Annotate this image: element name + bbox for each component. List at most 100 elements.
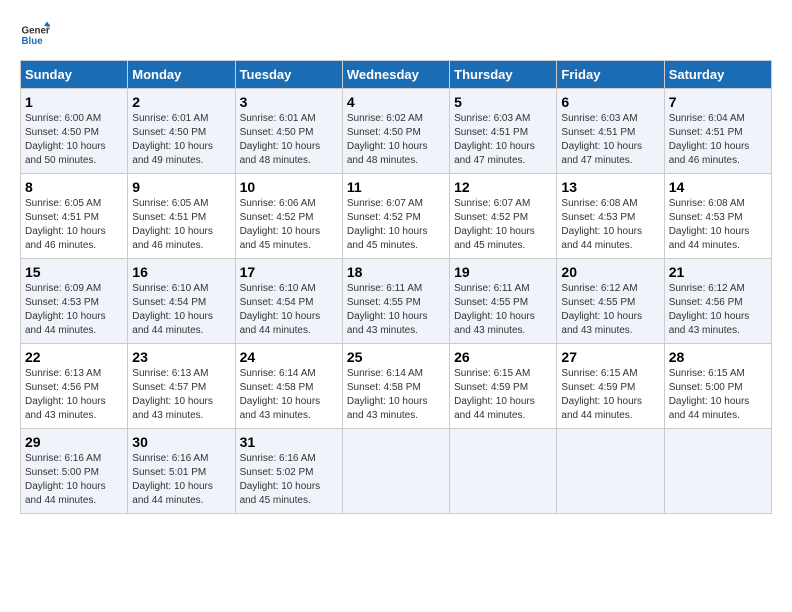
logo-icon: General Blue <box>20 20 50 50</box>
day-number: 4 <box>347 94 445 110</box>
calendar-cell: 22 Sunrise: 6:13 AM Sunset: 4:56 PM Dayl… <box>21 344 128 429</box>
day-info: Sunrise: 6:05 AM Sunset: 4:51 PM Dayligh… <box>25 197 123 253</box>
empty-cell <box>664 429 771 514</box>
header-row: Sunday Monday Tuesday Wednesday Thursday… <box>21 61 772 89</box>
day-number: 28 <box>669 349 767 365</box>
calendar-cell: 6 Sunrise: 6:03 AM Sunset: 4:51 PM Dayli… <box>557 89 664 174</box>
col-tuesday: Tuesday <box>235 61 342 89</box>
calendar-cell: 24 Sunrise: 6:14 AM Sunset: 4:58 PM Dayl… <box>235 344 342 429</box>
calendar-cell: 7 Sunrise: 6:04 AM Sunset: 4:51 PM Dayli… <box>664 89 771 174</box>
day-number: 3 <box>240 94 338 110</box>
day-info: Sunrise: 6:03 AM Sunset: 4:51 PM Dayligh… <box>561 112 659 168</box>
calendar-cell: 29 Sunrise: 6:16 AM Sunset: 5:00 PM Dayl… <box>21 429 128 514</box>
day-number: 18 <box>347 264 445 280</box>
calendar-cell: 31 Sunrise: 6:16 AM Sunset: 5:02 PM Dayl… <box>235 429 342 514</box>
day-info: Sunrise: 6:12 AM Sunset: 4:55 PM Dayligh… <box>561 282 659 338</box>
day-info: Sunrise: 6:07 AM Sunset: 4:52 PM Dayligh… <box>454 197 552 253</box>
empty-cell <box>450 429 557 514</box>
col-thursday: Thursday <box>450 61 557 89</box>
day-info: Sunrise: 6:13 AM Sunset: 4:57 PM Dayligh… <box>132 367 230 423</box>
day-info: Sunrise: 6:00 AM Sunset: 4:50 PM Dayligh… <box>25 112 123 168</box>
day-info: Sunrise: 6:12 AM Sunset: 4:56 PM Dayligh… <box>669 282 767 338</box>
day-info: Sunrise: 6:09 AM Sunset: 4:53 PM Dayligh… <box>25 282 123 338</box>
day-number: 9 <box>132 179 230 195</box>
day-info: Sunrise: 6:11 AM Sunset: 4:55 PM Dayligh… <box>454 282 552 338</box>
day-info: Sunrise: 6:07 AM Sunset: 4:52 PM Dayligh… <box>347 197 445 253</box>
calendar-cell: 5 Sunrise: 6:03 AM Sunset: 4:51 PM Dayli… <box>450 89 557 174</box>
calendar-cell: 28 Sunrise: 6:15 AM Sunset: 5:00 PM Dayl… <box>664 344 771 429</box>
day-number: 19 <box>454 264 552 280</box>
day-info: Sunrise: 6:06 AM Sunset: 4:52 PM Dayligh… <box>240 197 338 253</box>
day-info: Sunrise: 6:16 AM Sunset: 5:00 PM Dayligh… <box>25 452 123 508</box>
empty-cell <box>342 429 449 514</box>
day-info: Sunrise: 6:05 AM Sunset: 4:51 PM Dayligh… <box>132 197 230 253</box>
day-number: 12 <box>454 179 552 195</box>
calendar-cell: 20 Sunrise: 6:12 AM Sunset: 4:55 PM Dayl… <box>557 259 664 344</box>
calendar-cell: 14 Sunrise: 6:08 AM Sunset: 4:53 PM Dayl… <box>664 174 771 259</box>
day-info: Sunrise: 6:11 AM Sunset: 4:55 PM Dayligh… <box>347 282 445 338</box>
svg-text:Blue: Blue <box>22 36 44 47</box>
calendar-table: Sunday Monday Tuesday Wednesday Thursday… <box>20 60 772 514</box>
day-info: Sunrise: 6:01 AM Sunset: 4:50 PM Dayligh… <box>240 112 338 168</box>
calendar-cell: 10 Sunrise: 6:06 AM Sunset: 4:52 PM Dayl… <box>235 174 342 259</box>
calendar-row: 8 Sunrise: 6:05 AM Sunset: 4:51 PM Dayli… <box>21 174 772 259</box>
day-info: Sunrise: 6:08 AM Sunset: 4:53 PM Dayligh… <box>669 197 767 253</box>
day-number: 23 <box>132 349 230 365</box>
day-info: Sunrise: 6:13 AM Sunset: 4:56 PM Dayligh… <box>25 367 123 423</box>
calendar-cell: 2 Sunrise: 6:01 AM Sunset: 4:50 PM Dayli… <box>128 89 235 174</box>
day-number: 25 <box>347 349 445 365</box>
day-number: 31 <box>240 434 338 450</box>
calendar-cell: 9 Sunrise: 6:05 AM Sunset: 4:51 PM Dayli… <box>128 174 235 259</box>
calendar-row: 15 Sunrise: 6:09 AM Sunset: 4:53 PM Dayl… <box>21 259 772 344</box>
page-header: General Blue <box>20 20 772 50</box>
calendar-cell: 18 Sunrise: 6:11 AM Sunset: 4:55 PM Dayl… <box>342 259 449 344</box>
calendar-row: 29 Sunrise: 6:16 AM Sunset: 5:00 PM Dayl… <box>21 429 772 514</box>
calendar-cell: 13 Sunrise: 6:08 AM Sunset: 4:53 PM Dayl… <box>557 174 664 259</box>
calendar-row: 1 Sunrise: 6:00 AM Sunset: 4:50 PM Dayli… <box>21 89 772 174</box>
day-number: 30 <box>132 434 230 450</box>
day-info: Sunrise: 6:01 AM Sunset: 4:50 PM Dayligh… <box>132 112 230 168</box>
calendar-cell: 15 Sunrise: 6:09 AM Sunset: 4:53 PM Dayl… <box>21 259 128 344</box>
day-number: 10 <box>240 179 338 195</box>
day-number: 2 <box>132 94 230 110</box>
calendar-cell: 30 Sunrise: 6:16 AM Sunset: 5:01 PM Dayl… <box>128 429 235 514</box>
calendar-cell: 19 Sunrise: 6:11 AM Sunset: 4:55 PM Dayl… <box>450 259 557 344</box>
calendar-body: 1 Sunrise: 6:00 AM Sunset: 4:50 PM Dayli… <box>21 89 772 514</box>
day-info: Sunrise: 6:16 AM Sunset: 5:02 PM Dayligh… <box>240 452 338 508</box>
calendar-cell: 8 Sunrise: 6:05 AM Sunset: 4:51 PM Dayli… <box>21 174 128 259</box>
day-number: 27 <box>561 349 659 365</box>
calendar-cell: 1 Sunrise: 6:00 AM Sunset: 4:50 PM Dayli… <box>21 89 128 174</box>
day-number: 17 <box>240 264 338 280</box>
calendar-cell: 25 Sunrise: 6:14 AM Sunset: 4:58 PM Dayl… <box>342 344 449 429</box>
day-info: Sunrise: 6:15 AM Sunset: 5:00 PM Dayligh… <box>669 367 767 423</box>
day-info: Sunrise: 6:14 AM Sunset: 4:58 PM Dayligh… <box>240 367 338 423</box>
calendar-cell: 4 Sunrise: 6:02 AM Sunset: 4:50 PM Dayli… <box>342 89 449 174</box>
day-info: Sunrise: 6:04 AM Sunset: 4:51 PM Dayligh… <box>669 112 767 168</box>
day-info: Sunrise: 6:14 AM Sunset: 4:58 PM Dayligh… <box>347 367 445 423</box>
day-info: Sunrise: 6:03 AM Sunset: 4:51 PM Dayligh… <box>454 112 552 168</box>
day-number: 16 <box>132 264 230 280</box>
day-info: Sunrise: 6:08 AM Sunset: 4:53 PM Dayligh… <box>561 197 659 253</box>
day-number: 14 <box>669 179 767 195</box>
calendar-cell: 27 Sunrise: 6:15 AM Sunset: 4:59 PM Dayl… <box>557 344 664 429</box>
day-number: 24 <box>240 349 338 365</box>
day-info: Sunrise: 6:10 AM Sunset: 4:54 PM Dayligh… <box>240 282 338 338</box>
calendar-cell: 23 Sunrise: 6:13 AM Sunset: 4:57 PM Dayl… <box>128 344 235 429</box>
empty-cell <box>557 429 664 514</box>
col-saturday: Saturday <box>664 61 771 89</box>
day-number: 7 <box>669 94 767 110</box>
day-number: 1 <box>25 94 123 110</box>
day-number: 21 <box>669 264 767 280</box>
logo: General Blue <box>20 20 50 50</box>
day-number: 26 <box>454 349 552 365</box>
day-info: Sunrise: 6:02 AM Sunset: 4:50 PM Dayligh… <box>347 112 445 168</box>
col-wednesday: Wednesday <box>342 61 449 89</box>
calendar-row: 22 Sunrise: 6:13 AM Sunset: 4:56 PM Dayl… <box>21 344 772 429</box>
day-info: Sunrise: 6:15 AM Sunset: 4:59 PM Dayligh… <box>454 367 552 423</box>
svg-text:General: General <box>22 26 51 37</box>
day-number: 8 <box>25 179 123 195</box>
day-number: 22 <box>25 349 123 365</box>
col-sunday: Sunday <box>21 61 128 89</box>
calendar-cell: 17 Sunrise: 6:10 AM Sunset: 4:54 PM Dayl… <box>235 259 342 344</box>
col-friday: Friday <box>557 61 664 89</box>
